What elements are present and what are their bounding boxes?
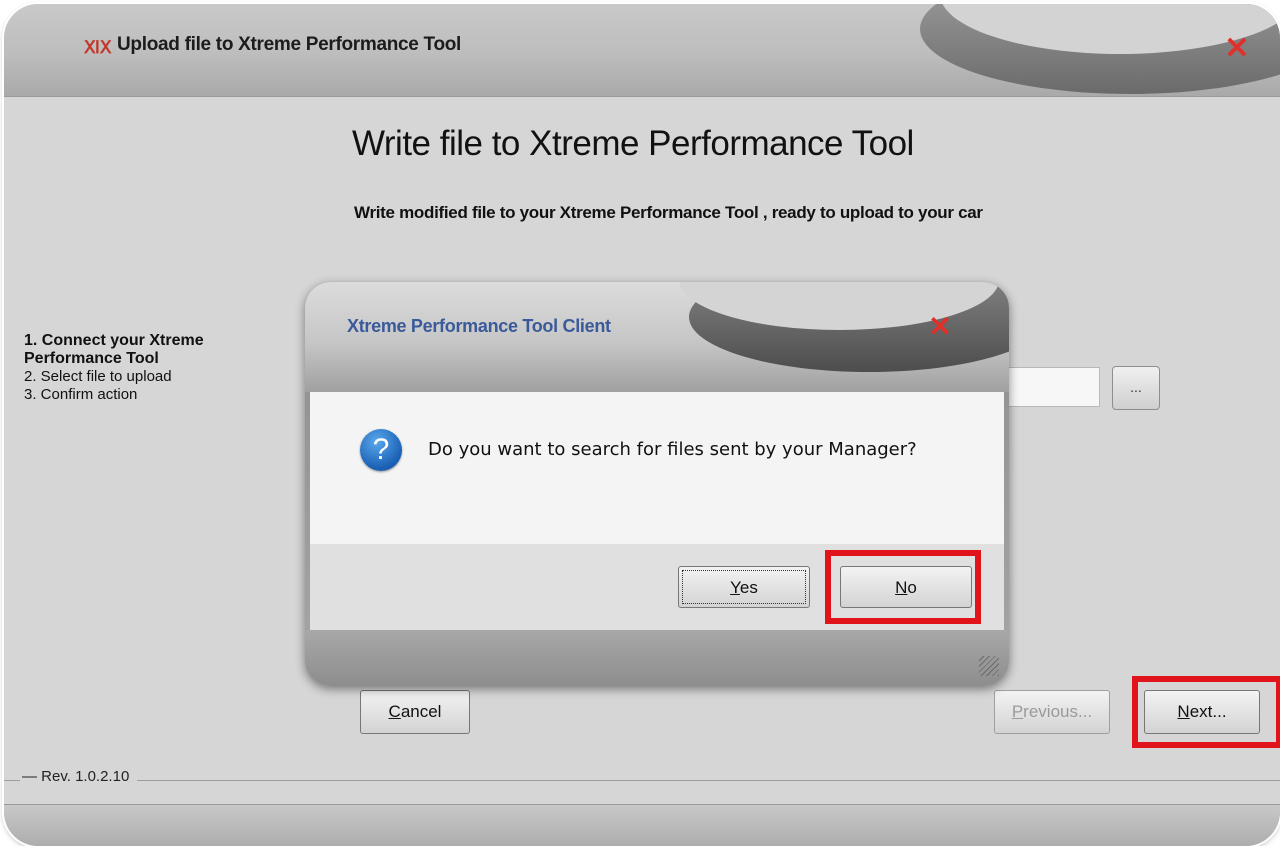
window-bottom-bar	[4, 804, 1280, 846]
previous-button[interactable]: Previous...	[994, 690, 1110, 734]
next-mnemonic: N	[1177, 702, 1190, 721]
step-item-connect: 1. Connect your Xtreme Performance Tool	[24, 332, 204, 367]
cancel-button[interactable]: Cancel	[360, 690, 470, 734]
xpt-logo-icon: ⅪⅩ	[84, 38, 112, 57]
step-item-select-file: 2. Select file to upload	[24, 368, 172, 385]
yes-mnemonic: Y	[730, 578, 740, 597]
dialog-message: Do you want to search for files sent by …	[428, 439, 917, 460]
browse-button[interactable]: ...	[1112, 366, 1160, 410]
next-label: ext...	[1189, 702, 1227, 721]
step-item-confirm: 3. Confirm action	[24, 386, 138, 403]
dialog-close-icon[interactable]: ✕	[925, 312, 955, 342]
revision-label: — Rev. 1.0.2.10	[20, 768, 138, 785]
revision-divider	[4, 780, 1280, 781]
previous-mnemonic: P	[1011, 702, 1024, 721]
dialog-bottom-bar	[305, 630, 1009, 686]
no-mnemonic: N	[895, 578, 908, 597]
confirm-dialog: Xtreme Performance Tool Client ✕ ? Do yo…	[305, 282, 1009, 686]
page-subheading: Write modified file to your Xtreme Perfo…	[354, 203, 983, 222]
yes-focus-rect: Yes	[682, 570, 806, 604]
title-bar[interactable]: ⅪⅩ Upload file to Xtreme Performance Too…	[4, 4, 1280, 97]
yes-button[interactable]: Yes	[678, 566, 810, 608]
revision-value: Rev. 1.0.2.10	[41, 768, 130, 785]
next-button[interactable]: Next...	[1144, 690, 1260, 734]
no-label: o	[907, 578, 917, 597]
file-path-input[interactable]	[994, 367, 1100, 407]
page-heading: Write file to Xtreme Performance Tool	[352, 124, 914, 163]
dialog-title: Xtreme Performance Tool Client	[347, 316, 611, 336]
yes-label: es	[739, 578, 758, 597]
cancel-mnemonic: C	[388, 702, 401, 721]
dialog-title-bar[interactable]: Xtreme Performance Tool Client ✕	[305, 282, 1009, 392]
close-icon[interactable]: ✕	[1222, 34, 1252, 64]
step-list: 1. Connect your Xtreme Performance Tool …	[24, 332, 304, 404]
previous-label: revious...	[1023, 702, 1093, 721]
no-button[interactable]: No	[840, 566, 972, 608]
cancel-label: ancel	[400, 702, 442, 721]
resize-grip-icon[interactable]	[979, 656, 999, 676]
window-title: Upload file to Xtreme Performance Tool	[117, 34, 462, 55]
dialog-body: ? Do you want to search for files sent b…	[310, 392, 1004, 544]
question-icon: ?	[360, 429, 402, 471]
